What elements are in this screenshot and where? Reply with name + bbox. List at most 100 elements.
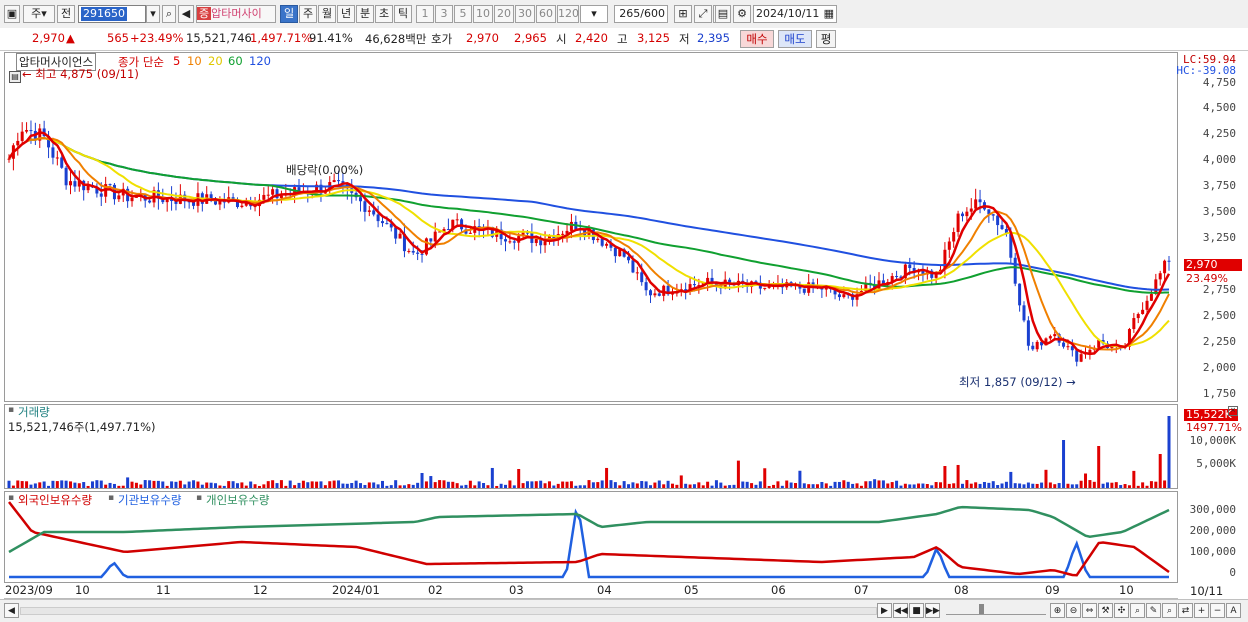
stop-icon[interactable]: ■: [909, 603, 924, 618]
volume-bar: [1132, 470, 1136, 488]
price-chart[interactable]: [5, 53, 1177, 401]
avg-button[interactable]: 평: [816, 30, 836, 48]
save-icon[interactable]: ▤: [715, 5, 731, 23]
volume-bar: [64, 480, 68, 488]
brush-icon[interactable]: ✎: [1146, 603, 1161, 618]
interval-20[interactable]: 20: [494, 5, 514, 23]
candle-body: [508, 241, 512, 243]
volume-bar: [214, 483, 218, 488]
interval-120[interactable]: 120: [557, 5, 579, 23]
panel-close-icon[interactable]: ×: [1228, 406, 1238, 416]
scroll-bar-area: ◀ ▶ ◀◀ ■ ▶▶ ⊕ ⊖ ⇔ ⚒ ✣ ⌕ ✎ ⌕ ⇄ + − A: [0, 599, 1248, 622]
date-input[interactable]: 2024/10/11 ▦: [753, 5, 837, 23]
chart-menu-icon[interactable]: ▣: [4, 5, 20, 23]
zoom-slider-handle[interactable]: [979, 604, 984, 614]
zoom-icon[interactable]: ⌕: [1130, 603, 1145, 618]
compare-icon[interactable]: ⇄: [1178, 603, 1193, 618]
volume-bar: [855, 483, 859, 488]
candle-body: [16, 140, 20, 146]
candle-body: [411, 250, 415, 253]
interval-30[interactable]: 30: [515, 5, 535, 23]
stock-code-input[interactable]: 291650: [78, 5, 146, 23]
volume-bar: [846, 481, 850, 488]
bar-count-input[interactable]: 265/600: [614, 5, 668, 23]
code-dropdown-icon[interactable]: ▾: [146, 5, 160, 23]
candle-body: [1141, 309, 1145, 314]
last-page-icon[interactable]: ▶▶: [925, 603, 940, 618]
tools-icon[interactable]: ⚒: [1098, 603, 1113, 618]
plus-icon[interactable]: +: [1194, 603, 1209, 618]
scroll-right-icon[interactable]: ▶: [877, 603, 892, 618]
stock-name-field[interactable]: 증 압타머사이: [196, 5, 276, 23]
volume-bar: [394, 480, 398, 488]
interval-5[interactable]: 5: [454, 5, 472, 23]
period-tab-minute[interactable]: 분: [356, 5, 374, 23]
tick-4000: 4,000: [1202, 153, 1236, 166]
volume-panel[interactable]: [4, 404, 1178, 489]
period-tab-day[interactable]: 일: [280, 5, 298, 23]
panel-marker-icon: ▪: [8, 493, 15, 503]
price-panel[interactable]: [4, 52, 1178, 402]
period-tab-second[interactable]: 초: [375, 5, 393, 23]
volume-bar: [719, 482, 723, 488]
table-toggle-icon[interactable]: ▤: [9, 71, 21, 83]
volume-bar: [468, 480, 472, 488]
calendar-icon[interactable]: ▦: [824, 6, 836, 22]
prev-button[interactable]: 전: [57, 5, 75, 23]
gear-icon[interactable]: ⚙: [733, 5, 751, 23]
scroll-left-icon[interactable]: ◀: [4, 603, 19, 618]
period-tab-tick[interactable]: 틱: [394, 5, 412, 23]
candle-body: [380, 221, 384, 224]
interval-custom-select[interactable]: ▾: [580, 5, 608, 23]
period-tab-month[interactable]: 월: [318, 5, 336, 23]
volume-bar: [1158, 454, 1162, 488]
x-label: 06: [771, 583, 786, 597]
interval-1[interactable]: 1: [416, 5, 434, 23]
buy-button[interactable]: 매수: [740, 30, 774, 48]
period-tab-week[interactable]: 주: [299, 5, 317, 23]
fit-icon[interactable]: ⇔: [1082, 603, 1097, 618]
volume-bar: [455, 483, 459, 488]
candle-body: [960, 213, 964, 217]
volume-bar: [227, 481, 231, 488]
x-label: 2023/09: [5, 583, 53, 597]
magnifier-icon[interactable]: ⌕: [1162, 603, 1177, 618]
cross-icon[interactable]: ✣: [1114, 603, 1129, 618]
zoom-in-icon[interactable]: ⊕: [1050, 603, 1065, 618]
volume-bar: [1154, 481, 1158, 488]
scroll-track[interactable]: [20, 607, 877, 615]
volume-bar: [815, 484, 819, 488]
volume-bar: [473, 485, 477, 488]
chart-tools-icon[interactable]: ⊞: [674, 5, 692, 23]
volume-bar: [424, 481, 428, 488]
first-page-icon[interactable]: ◀◀: [893, 603, 908, 618]
sell-button[interactable]: 매도: [778, 30, 812, 48]
zoom-out-icon[interactable]: ⊖: [1066, 603, 1081, 618]
low-price: 2,395: [697, 31, 730, 45]
period-unit-select[interactable]: 주▾: [23, 5, 55, 23]
volume-bar: [745, 481, 749, 488]
ma-20-label: 20: [208, 54, 223, 68]
interval-60[interactable]: 60: [536, 5, 556, 23]
candle-body: [332, 180, 336, 183]
volume-bar: [112, 483, 116, 488]
x-label: 11: [156, 583, 171, 597]
candle-body: [60, 157, 64, 168]
font-icon[interactable]: A: [1226, 603, 1241, 618]
speaker-icon[interactable]: ◀: [178, 5, 194, 23]
candle-body: [1026, 320, 1030, 346]
volume-bar: [912, 484, 916, 488]
search-icon[interactable]: ⌕: [162, 5, 176, 23]
interval-10[interactable]: 10: [473, 5, 493, 23]
zoom-slider[interactable]: [946, 604, 1046, 615]
volume-bar: [569, 481, 573, 488]
x-label: 02: [428, 583, 443, 597]
draw-line-icon[interactable]: ⤢: [694, 5, 712, 23]
minus-icon[interactable]: −: [1210, 603, 1225, 618]
interval-3[interactable]: 3: [435, 5, 453, 23]
period-tab-year[interactable]: 년: [337, 5, 355, 23]
volume-bar: [895, 480, 899, 488]
volume-chart[interactable]: [5, 405, 1177, 488]
candle-body: [1048, 336, 1052, 339]
candle-body: [455, 219, 459, 221]
